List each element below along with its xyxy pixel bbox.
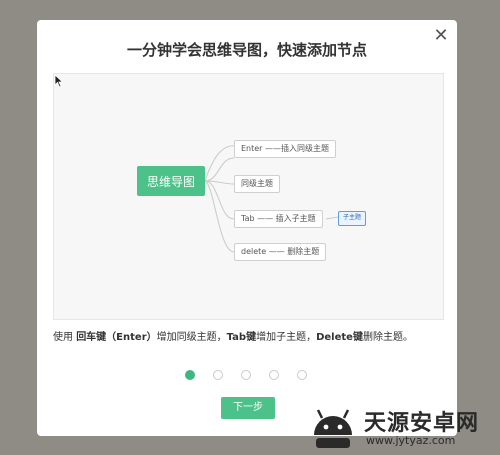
mindmap-root-node: 思维导图 bbox=[137, 166, 205, 196]
close-icon[interactable]: ✕ bbox=[431, 26, 451, 46]
desc-part: 删除主题。 bbox=[362, 332, 413, 343]
mindmap-demo-image: 思维导图 Enter ——插入同级主题 同级主题 Tab —— 插入子主题 de… bbox=[53, 73, 444, 320]
description-text: 使用 回车键（Enter）增加同级主题，Tab键增加子主题，Delete键删除主… bbox=[53, 328, 413, 343]
watermark: 天源安卓网 www.jytyaz.com bbox=[300, 403, 500, 455]
dialog-title: 一分钟学会思维导图，快速添加节点 bbox=[126, 41, 367, 59]
desc-part: 增加子主题， bbox=[256, 332, 317, 343]
desc-key-tab: Tab键 bbox=[226, 332, 257, 343]
page-dot-5[interactable] bbox=[297, 370, 307, 380]
next-step-button[interactable]: 下一步 bbox=[221, 397, 275, 419]
desc-part: 使用 bbox=[53, 332, 77, 343]
mindmap-connectors bbox=[204, 145, 339, 253]
mouse-cursor-icon bbox=[54, 74, 64, 88]
desc-key-enter: 回车键（Enter） bbox=[76, 332, 157, 343]
page-dot-4[interactable] bbox=[269, 370, 279, 380]
mindmap-node-sibling: 同级主题 bbox=[234, 175, 280, 193]
tutorial-dialog: 一分钟学会思维导图，快速添加节点 ✕ 思维导图 Enter ——插入同级主题 同… bbox=[37, 20, 457, 436]
page-dot-3[interactable] bbox=[241, 370, 251, 380]
android-logo-icon bbox=[314, 409, 352, 448]
mindmap-node-tab: Tab —— 插入子主题 bbox=[234, 210, 323, 228]
mindmap-child-node: 子主题 bbox=[338, 211, 367, 226]
desc-part: 增加同级主题， bbox=[156, 332, 227, 343]
desc-key-delete: Delete键 bbox=[316, 332, 363, 343]
watermark-text: 天源安卓网 bbox=[364, 411, 480, 436]
mindmap-node-delete: delete —— 删除主题 bbox=[234, 243, 327, 261]
mindmap-node-enter: Enter ——插入同级主题 bbox=[234, 140, 337, 158]
page-dot-2[interactable] bbox=[213, 370, 223, 380]
watermark-url: www.jytyaz.com bbox=[366, 434, 456, 447]
page-dot-1[interactable] bbox=[185, 370, 195, 380]
